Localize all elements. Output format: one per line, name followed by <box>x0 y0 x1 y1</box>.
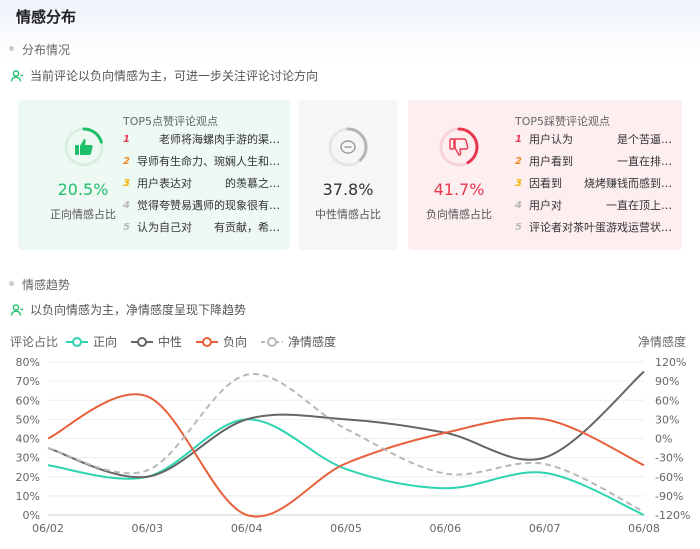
y-tick-label: 50% <box>16 413 40 426</box>
positive-percent: 20.5% <box>57 180 109 199</box>
list-item[interactable]: 1 用户认为 是个苦逼… <box>515 128 675 150</box>
legend-label: 负向 <box>223 334 247 349</box>
x-tick-label: 06/08 <box>628 522 660 535</box>
y2-tick-label: -120% <box>655 509 690 522</box>
positive-ring <box>64 127 104 167</box>
neutral-percent: 37.8% <box>322 180 374 199</box>
list-item[interactable]: 4 觉得夸赞易遇师的现象很有… <box>123 194 283 216</box>
negative-top-title: TOP5踩赞评论观点 <box>515 115 611 128</box>
thumbs-down-icon <box>449 138 469 156</box>
y-tick-label: 80% <box>16 356 40 369</box>
legend-label: 正向 <box>93 334 117 349</box>
y2-tick-label: -30% <box>655 452 683 465</box>
positive-top-title: TOP5点赞评论观点 <box>123 115 219 128</box>
list-item[interactable]: 5 认为自己对 有贡献，希… <box>123 216 283 238</box>
y2-tick-label: 90% <box>655 375 679 388</box>
neutral-label: 中性情感占比 <box>315 208 381 221</box>
y2-axis-title: 净情感度 <box>638 334 686 349</box>
legend-marker <box>202 337 212 347</box>
trend-chart-svg: 评论占比 净情感度 0% -120% 10% -90% 20% -60% 30% -30% 40… <box>10 334 690 535</box>
page-title: 情感分布 <box>16 8 77 26</box>
series-line-2 <box>47 393 645 518</box>
y2-tick-label: 30% <box>655 413 679 426</box>
y2-tick-label: -90% <box>655 490 683 503</box>
positive-top-list: 1 老师将海螺肉手游的渠… 2 导师有生命力、琬娴人生和… 3 用户表达对 的羡慕之… <box>123 128 283 238</box>
x-tick-label: 06/02 <box>32 522 64 535</box>
neutral-face-icon <box>340 140 356 154</box>
positive-card: 20.5% 正向情感占比 TOP5点赞评论观点 1 老师将海螺肉手游的渠… 2导… <box>18 100 290 250</box>
list-item[interactable]: 2 导师有生命力、琬娴人生和… <box>123 150 283 172</box>
series-line-1 <box>47 370 645 479</box>
trend-chart: 评论占比 净情感度 0% -120% 10% -90% 20% -60% 30% -30% 40… <box>0 328 700 549</box>
list-item[interactable]: 3 用户表达对 的羡慕之… <box>123 172 283 194</box>
y-tick-label: 60% <box>16 394 40 407</box>
legend-label: 净情感度 <box>288 334 336 349</box>
negative-percent: 41.7% <box>433 180 485 199</box>
y2-tick-label: 0% <box>655 433 672 446</box>
y-tick-label: 70% <box>16 375 40 388</box>
negative-label: 负向情感占比 <box>426 208 492 221</box>
list-item[interactable]: 3 因看到 烧烤赚钱而感到… <box>515 172 675 194</box>
legend-marker <box>72 337 82 347</box>
y2-tick-label: -60% <box>655 471 683 484</box>
trend-note: 以负向情感为主，净情感度呈现下降趋势 <box>10 301 246 318</box>
y2-tick-label: 120% <box>655 356 686 369</box>
list-item[interactable]: 5 评论者对茶叶蛋游戏运营状… <box>515 216 675 238</box>
distribution-section-label: 分布情况 <box>22 43 71 57</box>
y2-tick-label: 60% <box>655 394 679 407</box>
legend-marker <box>267 337 277 347</box>
x-tick-label: 06/06 <box>429 522 461 535</box>
trend-note-text: 以负向情感为主，净情感度呈现下降趋势 <box>30 303 247 317</box>
list-item[interactable]: 1 老师将海螺肉手游的渠… <box>123 128 283 150</box>
y-tick-label: 10% <box>16 490 40 503</box>
negative-top-list: 1 用户认为 是个苦逼… 2 用户看到 一直在排… 3 因看到 烧烤赚钱而感到… 4用… <box>515 128 675 238</box>
x-tick-label: 06/07 <box>529 522 561 535</box>
x-tick-label: 06/03 <box>131 522 163 535</box>
legend-label: 中性 <box>158 334 182 349</box>
series-line-0 <box>47 418 645 516</box>
thumbs-up-icon <box>75 139 93 155</box>
user-icon <box>10 69 23 82</box>
section-dot <box>9 281 14 286</box>
y-tick-label: 20% <box>16 471 40 484</box>
legend-marker <box>137 337 147 347</box>
neutral-card: 37.8% 中性情感占比 <box>298 100 398 250</box>
x-tick-label: 06/04 <box>231 522 263 535</box>
positive-label: 正向情感占比 <box>50 208 116 221</box>
y-axis-title: 评论占比 <box>10 334 58 349</box>
neutral-ring <box>328 127 368 167</box>
distribution-note-text: 当前评论以负向情感为主，可进一步关注评论讨论方向 <box>30 69 319 83</box>
list-item[interactable]: 2 用户看到 一直在排… <box>515 150 675 172</box>
trend-section-label: 情感趋势 <box>22 278 71 292</box>
list-item[interactable]: 4 用户对 一直在顶上… <box>515 194 675 216</box>
distribution-note: 当前评论以负向情感为主，可进一步关注评论讨论方向 <box>10 67 318 84</box>
y-tick-label: 30% <box>16 452 40 465</box>
x-tick-label: 06/05 <box>330 522 362 535</box>
section-dot <box>9 46 14 51</box>
y-tick-label: 0% <box>23 509 40 522</box>
user-icon <box>10 303 23 316</box>
negative-card: 41.7% 负向情感占比 TOP5踩赞评论观点 1 用户认为 是个苦逼… 2 用户看… <box>408 100 682 250</box>
y-tick-label: 40% <box>16 433 40 446</box>
negative-ring <box>439 127 479 167</box>
